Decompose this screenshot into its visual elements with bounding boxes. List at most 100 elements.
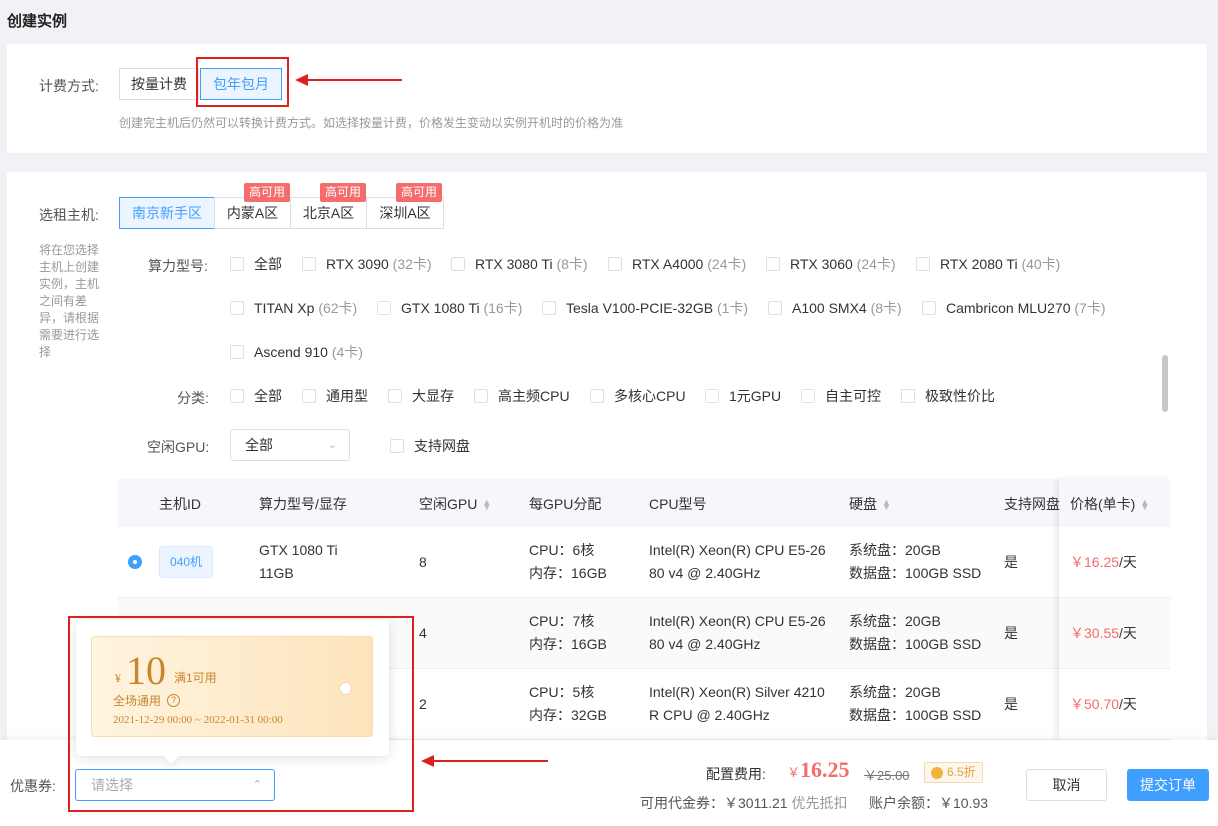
th-netdisk: 支持网盘 xyxy=(1004,496,1060,512)
host-label: 选租主机: xyxy=(39,207,99,223)
sort-icon[interactable]: ▲ ▼ xyxy=(482,498,491,512)
region-badge-shenzhen: 高可用 xyxy=(396,183,443,202)
gpu-model-ascend910[interactable]: Ascend 910 (4卡) xyxy=(230,342,363,362)
gpu-model-a100[interactable]: A100 SMX4 (8卡) xyxy=(768,298,902,318)
gpu-model-label: 算力型号: xyxy=(148,258,208,274)
row-alloc: CPU：5核 内存：32GB xyxy=(529,684,607,723)
row-disk: 系统盘：20GB 数据盘：100GB SSD xyxy=(849,542,982,581)
gpu-model-titanxp[interactable]: TITAN Xp (62卡) xyxy=(230,298,357,318)
th-host-id: 主机ID xyxy=(159,496,201,512)
gpu-model-mlu270[interactable]: Cambricon MLU270 (7卡) xyxy=(922,298,1106,318)
region-nanjing[interactable]: 南京新手区 xyxy=(119,197,215,229)
row-price: ￥30.55/天 xyxy=(1070,625,1137,641)
host-id-tag: 040机 xyxy=(159,546,214,578)
row-alloc: CPU：6核 内存：16GB xyxy=(529,542,607,581)
th-idle-gpu[interactable]: 空闲GPU ▲ ▼ xyxy=(419,494,491,514)
category-one-yuan-gpu[interactable]: 1元GPU xyxy=(705,386,781,406)
billing-hint: 创建完主机后仍然可以转换计费方式。如选择按量计费，价格发生变动以实例开机时的价格… xyxy=(119,116,624,130)
row-disk: 系统盘：20GB 数据盘：100GB SSD xyxy=(849,613,982,652)
category-self-controlled[interactable]: 自主可控 xyxy=(801,386,881,406)
annotation-arrow-coupon xyxy=(421,755,548,767)
checkbox[interactable] xyxy=(302,389,316,403)
discount-icon xyxy=(931,766,943,779)
checkbox[interactable] xyxy=(230,345,244,359)
row-netdisk: 是 xyxy=(1004,696,1018,712)
billing-option-pay-as-you-go[interactable]: 按量计费 xyxy=(119,68,199,100)
checkbox[interactable] xyxy=(230,301,244,315)
row-netdisk: 是 xyxy=(1004,625,1018,641)
gpu-model-rtx3060[interactable]: RTX 3060 (24卡) xyxy=(766,254,896,274)
category-large-vram[interactable]: 大显存 xyxy=(388,386,454,406)
th-disk[interactable]: 硬盘 ▲ ▼ xyxy=(849,494,891,514)
checkbox[interactable] xyxy=(901,389,915,403)
checkbox[interactable] xyxy=(705,389,719,403)
th-price[interactable]: 价格(单卡) ▲ ▼ xyxy=(1070,494,1149,514)
row-model: GTX 1080 Ti 11GB xyxy=(259,542,338,581)
chevron-down-icon: ⌄ xyxy=(327,439,337,451)
billing-card: 计费方式: 按量计费 包年包月 创建完主机后仍然可以转换计费方式。如选择按量计费… xyxy=(7,44,1207,153)
category-all[interactable]: 全部 xyxy=(230,386,282,406)
coupon-label: 优惠券: xyxy=(10,778,56,794)
idle-gpu-select[interactable]: 全部 ⌄ xyxy=(230,429,350,461)
category-multicore-cpu[interactable]: 多核心CPU xyxy=(590,386,686,406)
gpu-model-rtx2080ti[interactable]: RTX 2080 Ti (40卡) xyxy=(916,254,1060,274)
netdisk-filter[interactable]: 支持网盘 xyxy=(390,436,470,456)
row-cpu-model: Intel(R) Xeon(R) CPU E5-26 80 v4 @ 2.40GH… xyxy=(649,613,826,652)
table-row[interactable]: 040机 GTX 1080 Ti 11GB 8 CPU：6核 内存：16GB Int… xyxy=(118,527,1170,598)
checkbox[interactable] xyxy=(922,301,936,315)
region-badge-beijing: 高可用 xyxy=(320,183,367,202)
checkbox[interactable] xyxy=(230,257,244,271)
row-price: ￥50.70/天 xyxy=(1070,696,1137,712)
host-side-note: 将在您选择主机上创建实例，主机之间有差异，请根据需要进行选择 xyxy=(39,243,100,359)
checkbox[interactable] xyxy=(542,301,556,315)
checkbox[interactable] xyxy=(590,389,604,403)
idle-gpu-label: 空闲GPU: xyxy=(147,439,210,455)
gpu-model-rtx3090[interactable]: RTX 3090 (32卡) xyxy=(302,254,432,274)
gpu-model-all[interactable]: 全部 xyxy=(230,254,282,274)
th-model: 算力型号/显存 xyxy=(259,496,347,512)
page-title: 创建实例 xyxy=(7,13,68,30)
checkbox[interactable] xyxy=(608,257,622,271)
category-general[interactable]: 通用型 xyxy=(302,386,368,406)
region-badge-neimeng: 高可用 xyxy=(244,183,291,202)
cancel-button[interactable]: 取消 xyxy=(1026,769,1107,801)
fee-label: 配置费用: xyxy=(706,766,766,782)
checkbox[interactable] xyxy=(801,389,815,403)
checkbox[interactable] xyxy=(451,257,465,271)
fee-amount: ￥16.25 xyxy=(787,757,850,782)
annotation-box-billing xyxy=(196,57,289,107)
category-label: 分类: xyxy=(177,390,209,406)
row-idle: 2 xyxy=(419,696,427,712)
checkbox[interactable] xyxy=(388,389,402,403)
gpu-model-rtxa4000[interactable]: RTX A4000 (24卡) xyxy=(608,254,746,274)
original-price: ￥25.00 xyxy=(864,768,910,783)
row-cpu-model: Intel(R) Xeon(R) CPU E5-26 80 v4 @ 2.40GH… xyxy=(649,542,826,581)
gpu-model-rtx3080ti[interactable]: RTX 3080 Ti (8卡) xyxy=(451,254,588,274)
row-disk: 系统盘：20GB 数据盘：100GB SSD xyxy=(849,684,982,723)
category-best-value[interactable]: 极致性价比 xyxy=(901,386,995,406)
table-scrollbar[interactable] xyxy=(1162,355,1168,412)
sort-icon[interactable]: ▲ ▼ xyxy=(1140,498,1149,512)
checkbox[interactable] xyxy=(302,257,316,271)
row-netdisk: 是 xyxy=(1004,554,1018,570)
row-radio-selected[interactable] xyxy=(128,555,142,569)
checkbox[interactable] xyxy=(377,301,391,315)
checkbox[interactable] xyxy=(766,257,780,271)
row-idle: 8 xyxy=(419,554,427,570)
row-price: ￥16.25/天 xyxy=(1070,554,1137,570)
checkbox[interactable] xyxy=(390,439,404,453)
th-per-gpu: 每GPU分配 xyxy=(529,496,602,512)
voucher-info: 可用代金券：￥3011.21 优先抵扣 xyxy=(640,795,848,811)
category-high-freq-cpu[interactable]: 高主频CPU xyxy=(474,386,570,406)
billing-label: 计费方式: xyxy=(39,78,99,94)
checkbox[interactable] xyxy=(474,389,488,403)
submit-order-button[interactable]: 提交订单 xyxy=(1127,769,1209,801)
gpu-model-gtx1080ti[interactable]: GTX 1080 Ti (16卡) xyxy=(377,298,522,318)
checkbox[interactable] xyxy=(230,389,244,403)
gpu-model-v100[interactable]: Tesla V100-PCIE-32GB (1卡) xyxy=(542,298,748,318)
sort-icon[interactable]: ▲ ▼ xyxy=(882,498,891,512)
table-header: 主机ID 算力型号/显存 空闲GPU ▲ ▼ 每GPU分配 CPU型号 硬盘 ▲ ▼ 支… xyxy=(118,479,1170,527)
checkbox[interactable] xyxy=(768,301,782,315)
checkbox[interactable] xyxy=(916,257,930,271)
row-alloc: CPU：7核 内存：16GB xyxy=(529,613,607,652)
